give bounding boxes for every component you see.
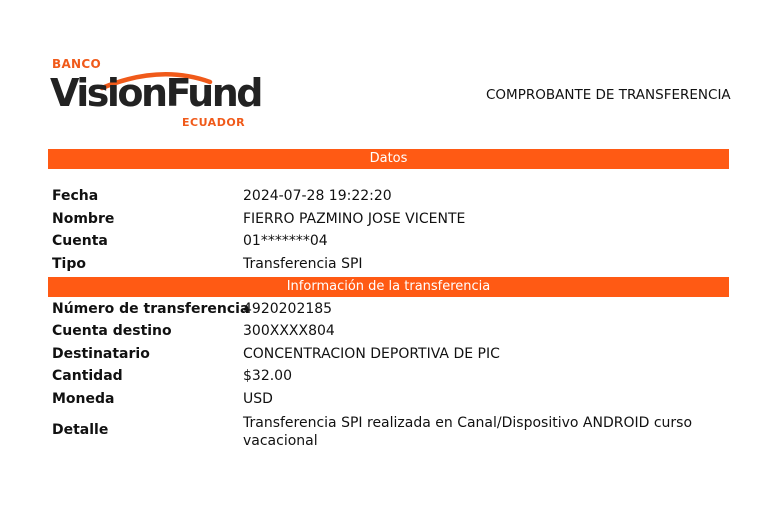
section-header-informacion: Información de la transferencia [48, 277, 729, 297]
row-value: USD [243, 391, 273, 407]
row-value: Transferencia SPI realizada en Canal/Dis… [243, 415, 693, 449]
row-value: FIERRO PAZMINO JOSE VICENTE [243, 211, 466, 227]
logo-country-text: ECUADOR [182, 116, 246, 129]
section-header-datos: Datos [48, 149, 729, 169]
document-title: COMPROBANTE DE TRANSFERENCIA [486, 87, 731, 103]
row-label: Fecha [52, 188, 99, 204]
logo-brand-text: VisionFund [50, 71, 263, 115]
row-label: Cuenta destino [52, 323, 172, 339]
row-value: 01*******04 [243, 233, 328, 249]
row-label: Número de transferencia [52, 301, 250, 317]
row-label: Cantidad [52, 368, 123, 384]
row-value: $32.00 [243, 368, 292, 384]
row-label: Destinatario [52, 346, 150, 362]
row-label: Moneda [52, 391, 115, 407]
row-label: Cuenta [52, 233, 108, 249]
visionfund-logo: BANCO VisionFund ECUADOR [50, 56, 263, 132]
row-value: 4920202185 [243, 301, 333, 317]
row-value: 300XXXX804 [243, 323, 335, 339]
row-value: CONCENTRACION DEPORTIVA DE PIC [243, 346, 500, 362]
row-value: 2024-07-28 19:22:20 [243, 188, 392, 204]
row-label: Detalle [52, 422, 109, 438]
row-label: Nombre [52, 211, 115, 227]
row-label: Tipo [52, 256, 86, 272]
row-value: Transferencia SPI [243, 256, 363, 272]
logo-banco-text: BANCO [52, 57, 101, 71]
